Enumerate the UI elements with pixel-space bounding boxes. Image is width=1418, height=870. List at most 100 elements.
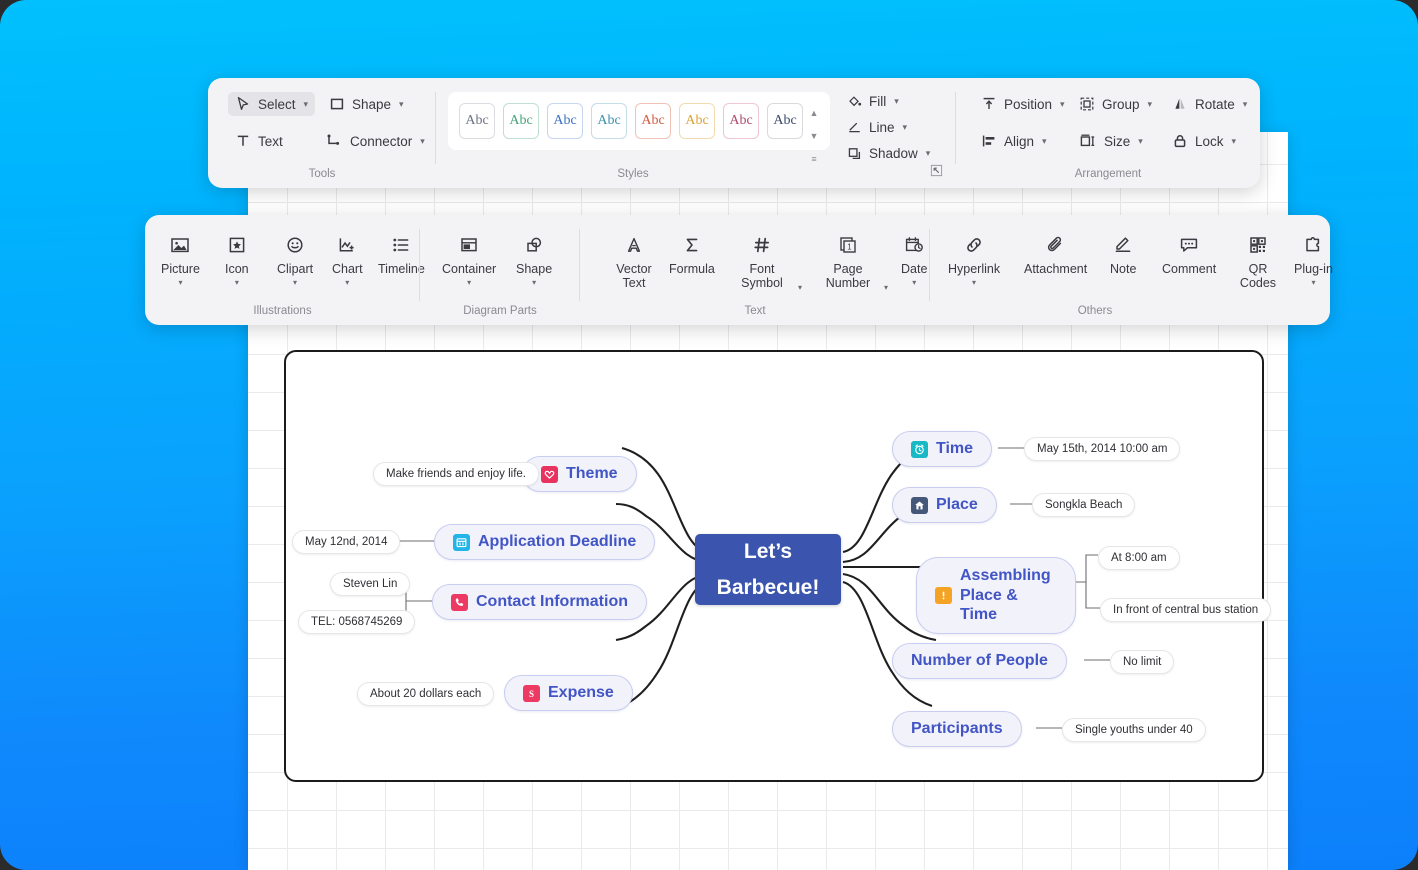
tool-position[interactable]: Position ▾	[974, 92, 1072, 116]
tool-fill[interactable]: Fill ▾	[840, 90, 906, 113]
tool-line[interactable]: Line ▾	[840, 116, 914, 139]
style-swatch[interactable]: Abc	[679, 103, 715, 139]
button-hyperlink[interactable]: Hyperlink ▾	[944, 229, 1004, 288]
branch-expense[interactable]: S Expense	[504, 675, 633, 711]
leaf-label: Songkla Beach	[1045, 499, 1123, 511]
chevron-down-icon[interactable]: ▾	[1060, 99, 1065, 110]
style-swatch[interactable]: Abc	[635, 103, 671, 139]
button-note-label: Note	[1110, 262, 1137, 276]
button-note[interactable]: Note	[1106, 229, 1140, 279]
button-icon-label: Icon	[225, 262, 249, 276]
style-swatch[interactable]: Abc	[503, 103, 539, 139]
scroll-more-icon[interactable]: ≡	[811, 154, 816, 164]
leaf-expense-value[interactable]: About 20 dollars each	[357, 682, 495, 706]
tool-shape[interactable]: Shape ▾	[322, 92, 411, 116]
button-vector-text[interactable]: Vector Text	[604, 229, 664, 293]
scroll-up-icon[interactable]: ▲	[810, 108, 819, 118]
tool-select[interactable]: Select ▾	[228, 92, 316, 116]
chevron-down-icon[interactable]: ▾	[293, 279, 297, 287]
branch-number-of-people[interactable]: Number of People	[892, 643, 1067, 679]
tool-size[interactable]: Size ▾	[1072, 129, 1150, 153]
button-font-symbol[interactable]: Font Symbol	[732, 229, 792, 293]
tool-align[interactable]: Align ▾	[974, 129, 1054, 153]
leaf-contact-name[interactable]: Steven Lin	[330, 572, 411, 596]
tool-shape-label: Shape	[352, 96, 392, 112]
chevron-down-icon[interactable]: ▾	[235, 279, 239, 287]
styles-scrollbar[interactable]: ▲ ▼ ≡	[806, 108, 822, 164]
chevron-down-icon[interactable]: ▾	[1148, 99, 1153, 110]
leaf-participants-value[interactable]: Single youths under 40	[1062, 718, 1206, 742]
button-qr-codes[interactable]: QR Codes	[1228, 229, 1288, 293]
chevron-down-icon[interactable]: ▾	[1042, 136, 1047, 147]
tool-shadow[interactable]: Shadow ▾	[840, 142, 937, 165]
mindmap-frame[interactable]: Let’s Barbecue! Time May 15th, 2014 10:0…	[284, 350, 1272, 782]
chevron-down-icon[interactable]: ▾	[903, 122, 908, 133]
button-clipart[interactable]: Clipart ▾	[273, 229, 317, 288]
style-swatch[interactable]: Abc	[591, 103, 627, 139]
chevron-down-icon[interactable]: ▾	[1232, 136, 1237, 147]
style-swatch[interactable]: Abc	[767, 103, 803, 139]
align-icon	[982, 135, 995, 147]
button-plug-in[interactable]: Plug-in ▾	[1290, 229, 1337, 288]
button-shape-label: Shape	[516, 262, 553, 276]
chevron-down-icon[interactable]: ▾	[1138, 136, 1143, 147]
branch-contact-information[interactable]: Contact Information	[432, 584, 647, 620]
central-topic[interactable]: Let’s Barbecue!	[695, 534, 841, 605]
tool-connector[interactable]: Connector ▾	[318, 129, 432, 153]
chevron-down-icon[interactable]: ▾	[420, 136, 425, 147]
tool-lock[interactable]: Lock ▾	[1165, 129, 1243, 153]
button-comment[interactable]: Comment	[1158, 229, 1220, 279]
button-page-number-label: Page Number	[825, 262, 871, 290]
branch-participants[interactable]: Participants	[892, 711, 1022, 747]
branch-assembling[interactable]: Assembling Place & Time	[916, 557, 1076, 634]
qr-code-icon	[1247, 232, 1269, 258]
button-attachment[interactable]: Attachment	[1020, 229, 1091, 279]
branch-time[interactable]: Time	[892, 431, 993, 467]
leaf-assembling-place[interactable]: In front of central bus station	[1100, 598, 1272, 622]
button-shape[interactable]: Shape ▾	[512, 229, 556, 288]
style-swatch[interactable]: Abc	[723, 103, 759, 139]
chevron-down-icon[interactable]: ▾	[798, 283, 802, 292]
leaf-place-value[interactable]: Songkla Beach	[1032, 493, 1136, 517]
button-formula[interactable]: Formula	[665, 229, 719, 279]
button-plug-in-label: Plug-in	[1294, 262, 1333, 276]
button-chart[interactable]: Chart ▾	[328, 229, 367, 288]
button-container[interactable]: Container ▾	[438, 229, 500, 288]
chevron-down-icon[interactable]: ▾	[1243, 99, 1248, 110]
branch-theme[interactable]: Theme	[522, 456, 637, 492]
chevron-down-icon[interactable]: ▾	[399, 99, 404, 110]
tool-rotate[interactable]: Rotate ▾	[1165, 92, 1254, 116]
leaf-number-of-people-value[interactable]: No limit	[1110, 650, 1175, 674]
chevron-down-icon[interactable]: ▾	[912, 279, 916, 287]
tool-group[interactable]: Group ▾	[1072, 92, 1159, 116]
styles-dialog-launcher[interactable]	[930, 164, 944, 178]
chevron-down-icon[interactable]: ▾	[345, 279, 349, 287]
chevron-down-icon[interactable]: ▾	[532, 279, 536, 287]
leaf-application-deadline-value[interactable]: May 12nd, 2014	[292, 530, 401, 554]
leaf-assembling-time[interactable]: At 8:00 am	[1098, 546, 1180, 570]
branch-assembling-line2: Place & Time	[960, 586, 1018, 624]
chevron-down-icon[interactable]: ▾	[972, 279, 976, 287]
leaf-contact-tel[interactable]: TEL: 0568745269	[298, 610, 416, 634]
chevron-down-icon[interactable]: ▾	[894, 96, 899, 107]
style-swatch[interactable]: Abc	[547, 103, 583, 139]
styles-gallery[interactable]: Abc Abc Abc Abc Abc Abc Abc Abc ▲ ▼ ≡	[448, 92, 830, 164]
chevron-down-icon[interactable]: ▾	[926, 148, 931, 159]
chevron-down-icon[interactable]: ▾	[304, 99, 309, 110]
button-date[interactable]: Date ▾	[897, 229, 931, 288]
branch-place[interactable]: Place	[892, 487, 997, 523]
button-picture[interactable]: Picture ▾	[157, 229, 204, 288]
chevron-down-icon[interactable]: ▾	[178, 279, 182, 287]
button-page-number[interactable]: 1 Page Number	[818, 229, 878, 293]
chevron-down-icon[interactable]: ▾	[1311, 279, 1315, 287]
chevron-down-icon[interactable]: ▾	[467, 279, 471, 287]
scroll-down-icon[interactable]: ▼	[810, 131, 819, 141]
leaf-time-value[interactable]: May 15th, 2014 10:00 am	[1024, 437, 1181, 461]
leaf-theme-value[interactable]: Make friends and enjoy life.	[373, 462, 539, 486]
tool-text[interactable]: Text	[228, 129, 290, 153]
button-icon[interactable]: Icon ▾	[221, 229, 253, 288]
branch-application-deadline[interactable]: Application Deadline	[434, 524, 656, 560]
central-topic-line1: Let’s	[743, 540, 793, 564]
chevron-down-icon[interactable]: ▾	[884, 283, 888, 292]
style-swatch[interactable]: Abc	[459, 103, 495, 139]
